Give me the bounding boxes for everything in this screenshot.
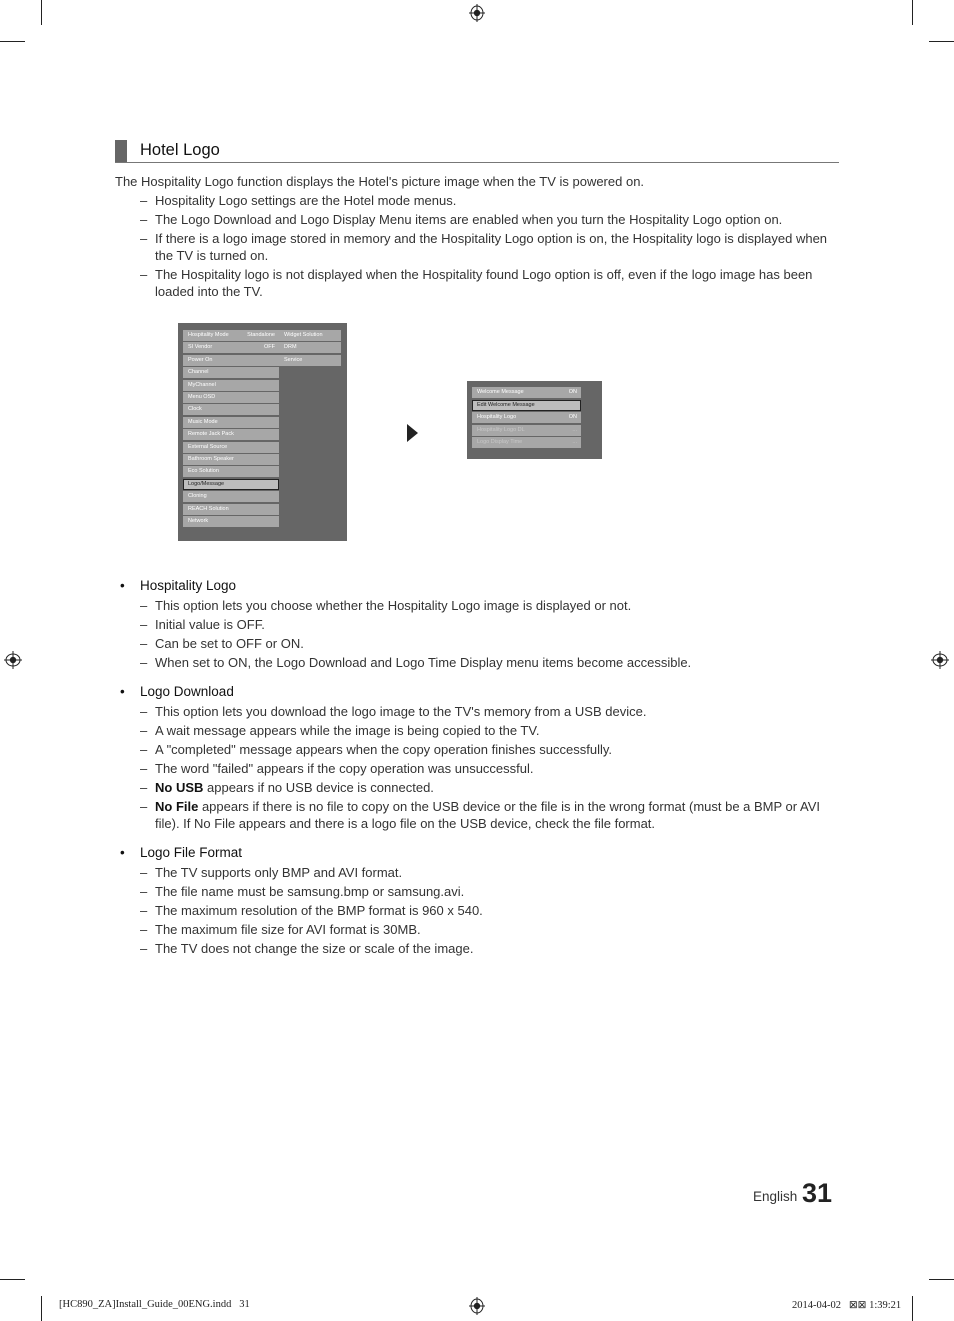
menu-item[interactable]: Widget Solution (279, 330, 341, 341)
menu-item[interactable]: Power On (183, 354, 279, 366)
menu-item[interactable]: MyChannel (183, 379, 279, 391)
list-item: The TV does not change the size or scale… (140, 940, 830, 957)
list-item: When set to ON, the Logo Download and Lo… (140, 654, 830, 671)
footer-timestamp: 2014-04-02 ⊠⊠ 1:39:21 (792, 1300, 902, 1311)
submenu-item[interactable]: Welcome Message ON (472, 387, 581, 398)
list-item: The Hospitality logo is not displayed wh… (140, 266, 830, 300)
crop-mark (0, 1279, 25, 1280)
menu-item[interactable]: Menu OSD (183, 392, 279, 403)
menu-item[interactable]: Remote Jack Pack (183, 429, 279, 441)
list-item: No USB appears if no USB device is conne… (140, 779, 830, 796)
menu-item[interactable]: SI Vendor OFF (183, 342, 279, 354)
play-arrow-icon (407, 424, 418, 442)
bullet-heading: • Logo Download (120, 684, 234, 699)
bullet-list: This option lets you download the logo i… (140, 703, 830, 834)
menu-item[interactable]: Clock (183, 404, 279, 416)
bold-term: No USB (155, 780, 204, 795)
bullet-list: This option lets you choose whether the … (140, 597, 830, 673)
submenu-item[interactable]: Hospitality Logo ON (472, 412, 581, 424)
list-item: The TV supports only BMP and AVI format. (140, 864, 830, 881)
crop-mark (0, 41, 25, 42)
list-item: If there is a logo image stored in memor… (140, 230, 830, 264)
list-item: The maximum resolution of the BMP format… (140, 902, 830, 919)
submenu-item-value: ... (572, 439, 577, 446)
crop-mark (929, 1279, 954, 1280)
submenu-item[interactable]: Logo Display Time... (472, 437, 581, 449)
submenu-item-value: ... (572, 426, 577, 433)
bullet-title: Hospitality Logo (140, 578, 237, 593)
submenu-item[interactable]: Hospitality Logo DL... (472, 424, 581, 436)
crop-mark (912, 1296, 913, 1321)
section-title: Hotel Logo (140, 141, 220, 159)
bullet-icon: • (120, 845, 125, 860)
registration-mark-icon (468, 1297, 486, 1315)
menu-item[interactable]: Network (183, 516, 279, 527)
list-item: This option lets you download the logo i… (140, 703, 830, 720)
menu-item[interactable]: Channel (183, 367, 279, 379)
menu-item[interactable]: Hospitality Mode Standalone (183, 330, 279, 341)
menu-item[interactable]: REACH Solution (183, 503, 279, 515)
menu-item[interactable]: Music Mode (183, 416, 279, 428)
menu-item[interactable]: DRM (279, 342, 341, 354)
list-item: Initial value is OFF. (140, 616, 830, 633)
menu-item[interactable]: External Source (183, 441, 279, 453)
page-language: English (753, 1189, 798, 1204)
list-item: A wait message appears while the image i… (140, 722, 830, 739)
crop-mark (41, 1296, 42, 1321)
bullet-heading: • Hospitality Logo (120, 578, 236, 593)
submenu-item-value: ON (568, 414, 577, 421)
menu-item[interactable]: Eco Solution (183, 466, 279, 478)
section-bar (115, 140, 127, 162)
bullet-icon: • (120, 684, 125, 699)
list-item: No File appears if there is no file to c… (140, 798, 830, 832)
menu-item[interactable]: Service (279, 354, 341, 366)
submenu-item[interactable]: Edit Welcome Message (472, 399, 581, 411)
intro-list: Hospitality Logo settings are the Hotel … (140, 192, 830, 302)
list-item-text: appears if no USB device is connected. (203, 780, 434, 795)
page-number: 31 (802, 1178, 833, 1208)
section-heading: Hotel Logo (115, 140, 839, 163)
list-item: A "completed" message appears when the c… (140, 741, 830, 758)
crop-mark (41, 0, 42, 25)
list-item: The Logo Download and Logo Display Menu … (140, 211, 830, 228)
bullet-icon: • (120, 578, 125, 593)
menu-item-value: Standalone (247, 332, 275, 338)
intro-paragraph: The Hospitality Logo function displays t… (115, 174, 645, 189)
crop-mark (929, 41, 954, 42)
bullet-title: Logo File Format (140, 845, 243, 860)
footer-file: [HC890_ZA]Install_Guide_00ENG.indd 31 (59, 1299, 250, 1310)
registration-mark-icon (931, 651, 949, 669)
list-item: Hospitality Logo settings are the Hotel … (140, 192, 830, 209)
menu-item[interactable]: Cloning (183, 491, 279, 503)
registration-mark-icon (4, 651, 22, 669)
list-item: The word "failed" appears if the copy op… (140, 760, 830, 777)
list-item-text: appears if there is no file to copy on t… (155, 799, 821, 831)
bullet-title: Logo Download (140, 684, 234, 699)
list-item: The maximum file size for AVI format is … (140, 921, 830, 938)
menu-item-value: OFF (264, 344, 275, 351)
osd-sub-menu: Welcome Message ON Edit Welcome Message Hos… (467, 381, 602, 459)
bullet-list: The TV supports only BMP and AVI format.… (140, 864, 830, 959)
submenu-item-value: ON (568, 389, 577, 395)
list-item: The file name must be samsung.bmp or sam… (140, 883, 830, 900)
bold-term: No File (155, 799, 199, 814)
menu-item[interactable]: Bathroom Speaker (183, 454, 279, 465)
list-item: This option lets you choose whether the … (140, 597, 830, 614)
registration-mark-icon (468, 4, 486, 22)
bullet-heading: • Logo File Format (120, 845, 242, 860)
list-item: Can be set to OFF or ON. (140, 635, 830, 652)
menu-item[interactable]: Logo/Message (183, 478, 279, 490)
osd-main-menu: Hospitality Mode Standalone SI Vendor OFF Po… (178, 323, 347, 541)
crop-mark (912, 0, 913, 25)
